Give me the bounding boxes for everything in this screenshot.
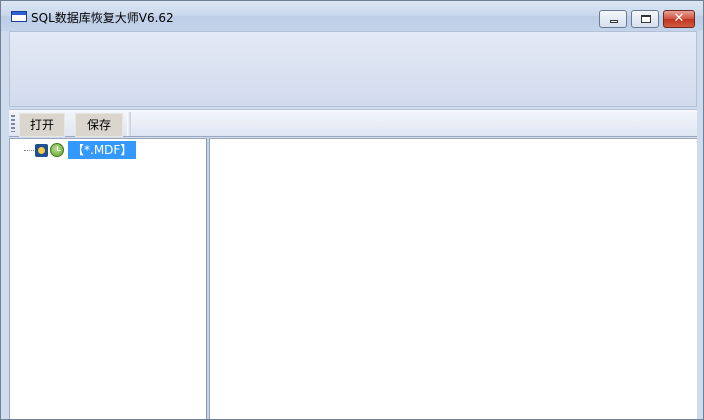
toolbar-grip[interactable] bbox=[11, 115, 15, 132]
open-button[interactable]: 打开 bbox=[19, 113, 65, 137]
detail-pane[interactable] bbox=[209, 138, 697, 419]
ribbon-area bbox=[9, 31, 697, 107]
minimize-button[interactable] bbox=[599, 10, 627, 28]
app-window: SQL数据库恢复大师V6.62 ✕ 打开 保存 【*.MDF】 bbox=[0, 0, 704, 420]
tree-node-mdf[interactable]: 【*.MDF】 bbox=[22, 141, 137, 159]
clock-icon bbox=[50, 143, 64, 157]
maximize-button[interactable] bbox=[631, 10, 659, 28]
save-button[interactable]: 保存 bbox=[75, 113, 123, 137]
toolbar-separator bbox=[127, 112, 131, 136]
app-window-icon bbox=[11, 11, 27, 22]
tree-connector-line bbox=[24, 150, 34, 151]
title-bar[interactable]: SQL数据库恢复大师V6.62 ✕ bbox=[1, 1, 703, 31]
close-button[interactable]: ✕ bbox=[663, 10, 695, 28]
tree-view[interactable]: 【*.MDF】 bbox=[9, 138, 206, 419]
window-title: SQL数据库恢复大师V6.62 bbox=[31, 11, 174, 25]
close-icon: ✕ bbox=[673, 11, 685, 26]
database-icon bbox=[35, 144, 48, 157]
minimize-icon bbox=[610, 20, 618, 23]
toolbar: 打开 保存 bbox=[9, 109, 697, 137]
tree-node-label[interactable]: 【*.MDF】 bbox=[68, 141, 137, 159]
maximize-icon bbox=[641, 15, 651, 23]
